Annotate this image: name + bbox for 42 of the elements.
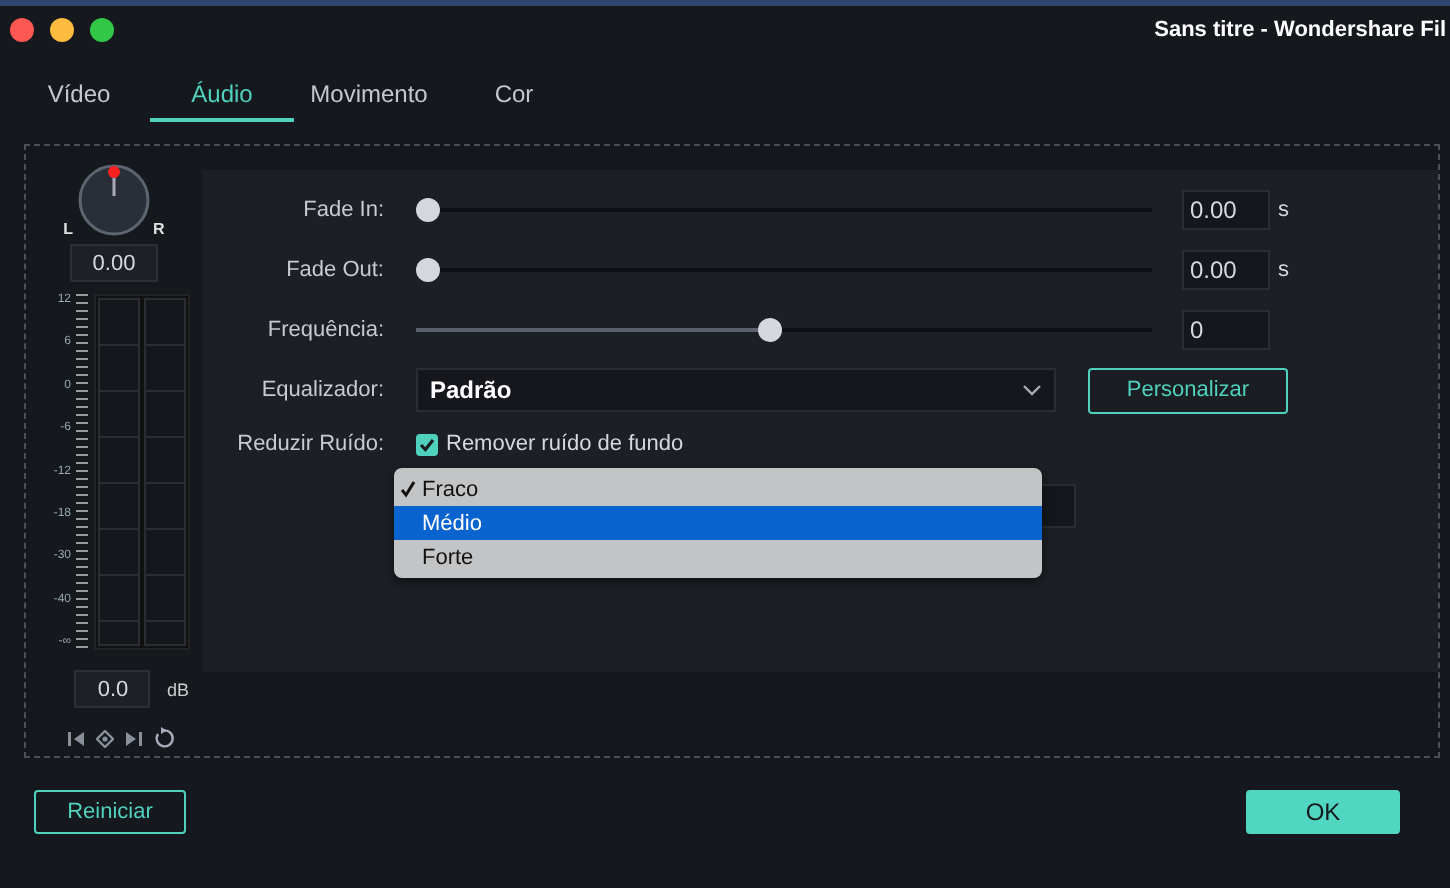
ok-button[interactable]: OK xyxy=(1246,790,1400,834)
slider[interactable] xyxy=(416,318,1152,342)
window-title: Sans titre - Wondershare Fil xyxy=(1154,18,1446,42)
value-field[interactable]: 0.00 xyxy=(1182,190,1270,230)
tab[interactable]: Áudio xyxy=(150,78,294,122)
close-button[interactable] xyxy=(10,18,34,42)
value-field[interactable]: 0.00 xyxy=(1182,250,1270,290)
reset-button[interactable]: Reiniciar xyxy=(34,790,186,834)
value-field[interactable]: 0 xyxy=(1182,310,1270,350)
field-label: Fade In: xyxy=(301,198,384,222)
tab[interactable]: Cor xyxy=(444,78,584,122)
equalizer-dropdown[interactable]: Padrão xyxy=(416,368,1056,412)
customize-button[interactable]: Personalizar xyxy=(1088,367,1288,413)
chevron-icon xyxy=(1022,384,1042,396)
previous-keyframe-icon[interactable] xyxy=(68,729,86,747)
menu-item[interactable]: Médio xyxy=(394,506,1042,540)
gain-value-field[interactable]: 0.0 xyxy=(74,670,151,708)
unit-label: dB xyxy=(166,679,189,699)
keyframe-icon[interactable] xyxy=(96,729,114,747)
checkbox[interactable] xyxy=(416,433,438,455)
field-label: Reduzir Ruído: xyxy=(235,432,384,456)
slider[interactable] xyxy=(416,198,1152,222)
menu-item[interactable]: Fraco xyxy=(394,472,1042,506)
unit-label: s xyxy=(1278,198,1291,222)
zoom-button[interactable] xyxy=(90,18,114,42)
pan-value-field[interactable]: 0.00 xyxy=(70,244,158,282)
slider[interactable] xyxy=(416,258,1152,282)
next-keyframe-icon[interactable] xyxy=(124,729,142,747)
pan-knob[interactable] xyxy=(75,162,152,238)
field-label: Frequência: xyxy=(265,318,384,342)
reset-icon[interactable] xyxy=(152,726,176,750)
field-label: Fade Out: xyxy=(284,258,384,282)
checkbox-label: Remover ruído de fundo xyxy=(446,432,684,456)
left-label: L xyxy=(63,220,74,238)
tab[interactable]: Vídeo xyxy=(34,78,124,122)
menu-item[interactable]: Forte xyxy=(394,540,1042,574)
minimize-button[interactable] xyxy=(50,18,74,42)
checkmark-icon xyxy=(400,480,416,498)
tab[interactable]: Movimento xyxy=(294,78,444,122)
field-label: Equalizador: xyxy=(259,378,384,402)
right-label: R xyxy=(153,220,165,238)
unit-label: s xyxy=(1278,258,1291,282)
